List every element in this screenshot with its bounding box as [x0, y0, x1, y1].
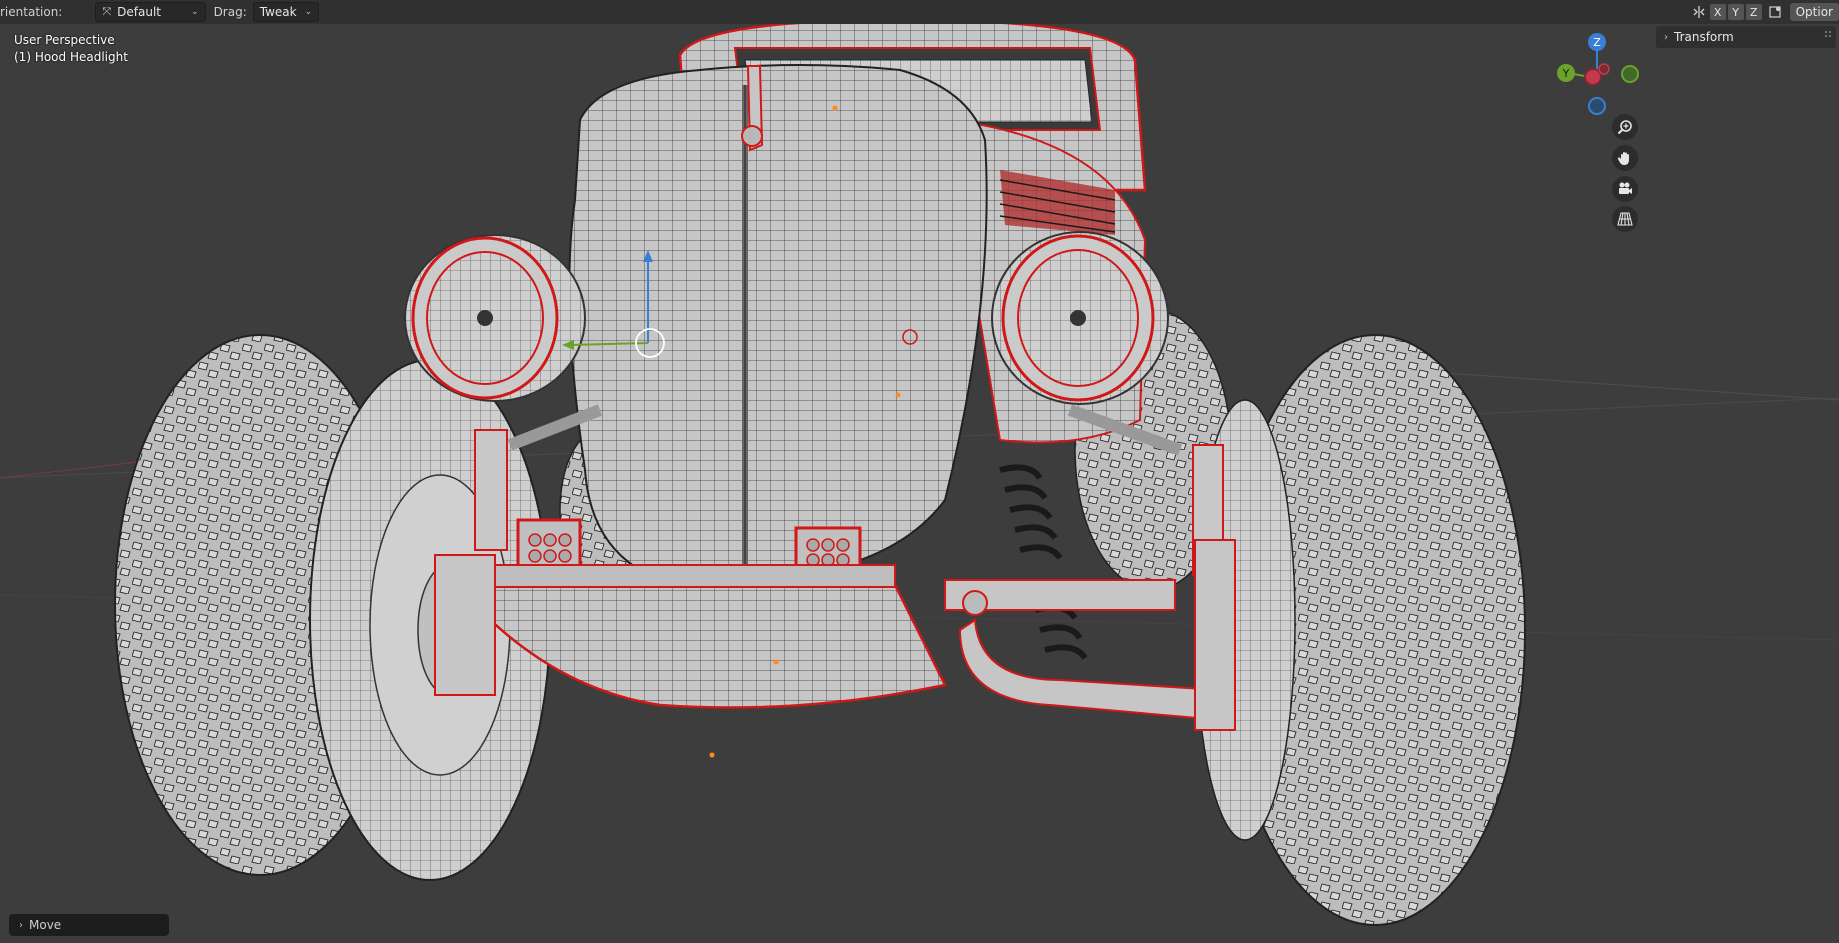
- drag-grip-icon[interactable]: [1824, 30, 1832, 40]
- orientation-icon: ⤧: [102, 5, 112, 18]
- active-object-label: (1) Hood Headlight: [14, 50, 128, 64]
- chevron-right-icon: ›: [1664, 31, 1668, 43]
- gizmo-neg-z-axis[interactable]: [1588, 97, 1606, 115]
- last-operator-panel[interactable]: › Move: [9, 914, 169, 936]
- camera-icon: [1619, 182, 1632, 194]
- drag-label: Drag:: [213, 5, 247, 19]
- gizmo-x-axis[interactable]: [1584, 68, 1602, 86]
- axis-z-button[interactable]: Z: [1745, 4, 1762, 20]
- gizmo-z-label: Z: [1593, 36, 1601, 49]
- hand-pan-icon: [1617, 152, 1629, 165]
- transform-panel-header[interactable]: › Transform: [1656, 26, 1836, 48]
- chevron-down-icon: ⌄: [304, 7, 313, 17]
- axis-y-button[interactable]: Y: [1727, 4, 1744, 20]
- perspective-label: User Perspective: [14, 33, 115, 47]
- orientation-label: rientation:: [0, 5, 63, 19]
- operator-label: Move: [29, 918, 62, 932]
- chevron-down-icon: ⌄: [191, 7, 199, 17]
- zoom-icon: [1617, 120, 1632, 135]
- pan-button[interactable]: [1612, 145, 1638, 171]
- zoom-button[interactable]: [1612, 114, 1638, 140]
- transform-label: Transform: [1674, 30, 1734, 44]
- navigation-gizmo[interactable]: Z Y: [1552, 30, 1642, 120]
- axis-x-button[interactable]: X: [1709, 4, 1726, 20]
- header-right-tools: X Y Z Optior: [1690, 0, 1839, 24]
- camera-view-button[interactable]: [1612, 176, 1638, 202]
- mirror-icon[interactable]: [1690, 3, 1708, 21]
- gizmo-neg-y-axis[interactable]: [1621, 65, 1639, 83]
- viewport-header: rientation: ⤧ Default ⌄ Drag: Tweak ⌄ X …: [0, 0, 1839, 24]
- car-model-render: [0, 18, 1839, 926]
- gizmo-y-label: Y: [1562, 67, 1570, 80]
- 3d-viewport[interactable]: rientation: ⤧ Default ⌄ Drag: Tweak ⌄ X …: [0, 0, 1839, 943]
- drag-value: Tweak: [259, 5, 297, 19]
- options-button[interactable]: Optior: [1789, 3, 1839, 21]
- orientation-value: Default: [117, 5, 162, 19]
- snap-icon[interactable]: [1766, 3, 1784, 21]
- chevron-right-icon: ›: [19, 919, 23, 931]
- perspective-toggle-button[interactable]: [1612, 206, 1638, 232]
- grid-perspective-icon: [1617, 212, 1633, 226]
- orientation-dropdown[interactable]: ⤧ Default ⌄: [95, 2, 206, 22]
- drag-dropdown[interactable]: Tweak ⌄: [252, 2, 320, 22]
- gizmo-neg-x-axis[interactable]: [1598, 63, 1610, 75]
- viewport-info: User Perspective (1) Hood Headlight: [14, 32, 128, 66]
